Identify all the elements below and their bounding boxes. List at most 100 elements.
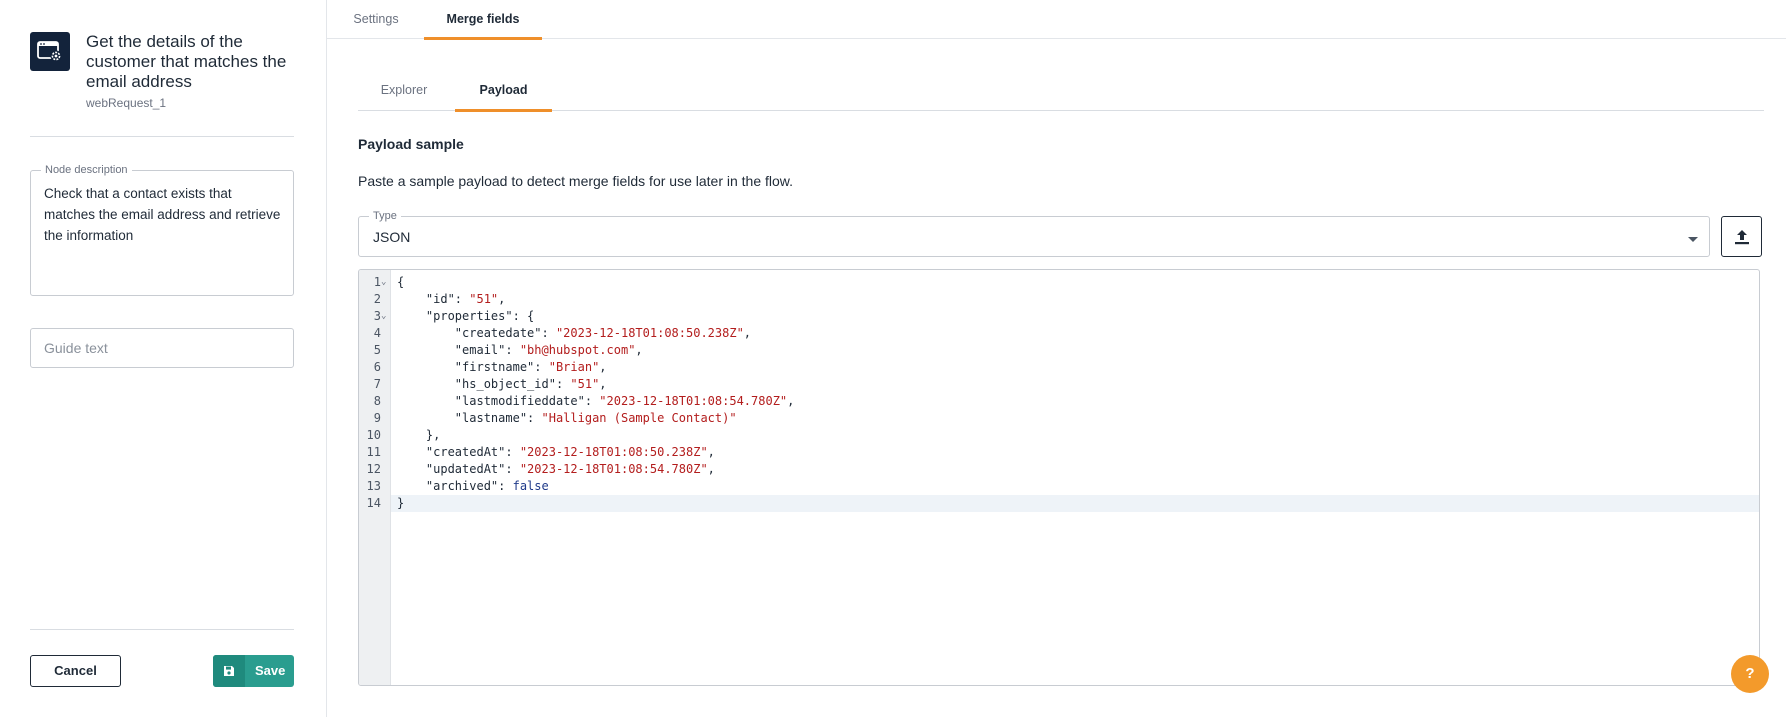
- code-token: "updatedAt":: [397, 462, 520, 476]
- code-line-text: "createdate": "2023-12-18T01:08:50.238Z"…: [397, 325, 751, 342]
- code-token: "51": [469, 292, 499, 306]
- code-token: "lastmodifieddate":: [397, 394, 600, 408]
- line-number: 11: [366, 445, 381, 459]
- save-button[interactable]: Save: [213, 655, 294, 687]
- code-line-text: "lastmodifieddate": "2023-12-18T01:08:54…: [397, 393, 795, 410]
- code-token: "createdate":: [397, 326, 556, 340]
- guide-text-field[interactable]: [30, 328, 294, 368]
- floppy-disk-icon: [213, 655, 245, 687]
- cancel-button[interactable]: Cancel: [30, 655, 121, 687]
- code-token: "hs_object_id":: [397, 377, 571, 391]
- code-line-text: "properties": {: [397, 308, 534, 325]
- code-token: ,: [599, 360, 607, 374]
- code-token: ,: [635, 343, 643, 357]
- node-title: Get the details of the customer that mat…: [86, 32, 287, 91]
- code-line[interactable]: 6 "firstname": "Brian",: [374, 359, 1759, 376]
- divider: [30, 629, 294, 630]
- line-number: 1: [373, 275, 381, 289]
- code-token: "Brian": [548, 360, 600, 374]
- divider: [30, 136, 294, 137]
- code-token: "2023-12-18T01:08:50.238Z": [519, 445, 708, 459]
- code-line-text: },: [397, 427, 440, 444]
- code-line-text: "firstname": "Brian",: [397, 359, 607, 376]
- line-number: 13: [366, 479, 381, 493]
- code-line-text: "archived": false: [397, 478, 549, 495]
- code-token: "archived":: [397, 479, 513, 493]
- code-line[interactable]: 7 "hs_object_id": "51",: [374, 376, 1759, 393]
- code-token: "2023-12-18T01:08:50.238Z": [555, 326, 744, 340]
- code-line-text: {: [397, 274, 404, 291]
- code-content[interactable]: 1 ⌄{2 "id": "51", 3 ⌄ "properties": {4 "cre…: [367, 274, 1759, 512]
- line-number: 4: [373, 326, 381, 340]
- line-number: 8: [373, 394, 381, 408]
- code-line[interactable]: 10 },: [367, 427, 1759, 444]
- code-token: "2023-12-18T01:08:54.780Z": [519, 462, 708, 476]
- merge-fields-subtabs: Explorer Payload: [358, 75, 1764, 112]
- code-line[interactable]: 12 "updatedAt": "2023-12-18T01:08:54.780…: [367, 461, 1759, 478]
- code-token: "createdAt":: [397, 445, 520, 459]
- payload-code-editor[interactable]: 1 ⌄{2 "id": "51", 3 ⌄ "properties": {4 "cre…: [358, 269, 1760, 686]
- upload-payload-button[interactable]: [1721, 216, 1762, 257]
- code-line-text: }: [397, 495, 404, 512]
- line-number: 14: [366, 496, 381, 510]
- caret-down-icon: [1687, 231, 1699, 249]
- line-number: 6: [373, 360, 381, 374]
- line-number: 3: [373, 309, 381, 323]
- code-line[interactable]: 1 ⌄ {: [374, 274, 1759, 291]
- top-tabs: Settings Merge fields: [327, 0, 1786, 40]
- line-number: 9: [373, 411, 381, 425]
- node-description-text[interactable]: Check that a contact exists that matches…: [44, 183, 284, 246]
- save-button-label: Save: [255, 663, 286, 678]
- type-select[interactable]: Type JSON: [358, 210, 1710, 257]
- code-line[interactable]: 4 "createdate": "2023-12-18T01:08:50.238…: [374, 325, 1759, 342]
- type-select-value: JSON: [373, 229, 411, 245]
- code-token: ,: [707, 462, 715, 476]
- code-token: "51": [570, 377, 600, 391]
- code-line[interactable]: 9 "lastname": "Halligan (Sample Contact)…: [374, 410, 1759, 427]
- line-number: 2: [373, 292, 381, 306]
- code-line[interactable]: 14}: [367, 495, 1759, 512]
- code-line-text: "lastname": "Halligan (Sample Contact)": [397, 410, 737, 427]
- code-token: }: [397, 496, 405, 510]
- code-token: "properties": {: [397, 309, 535, 323]
- code-token: {: [397, 275, 405, 289]
- help-button[interactable]: ?: [1731, 655, 1769, 693]
- subtab-explorer[interactable]: Explorer: [368, 75, 440, 111]
- payload-sample-heading: Payload sample: [358, 136, 464, 152]
- code-line[interactable]: 5 "email": "bh@hubspot.com",: [374, 342, 1759, 359]
- node-description-field[interactable]: Node description Check that a contact ex…: [30, 164, 294, 296]
- code-token: ,: [787, 394, 795, 408]
- subtab-payload[interactable]: Payload: [455, 75, 552, 112]
- guide-text-input[interactable]: [31, 329, 293, 367]
- code-token: "email":: [397, 343, 520, 357]
- code-token: "firstname":: [397, 360, 549, 374]
- code-token: "id":: [397, 292, 470, 306]
- code-token: "bh@hubspot.com": [519, 343, 636, 357]
- fold-chevron-icon[interactable]: ⌄: [381, 274, 386, 291]
- line-number: 12: [366, 462, 381, 476]
- node-settings-panel: Get the details of the customer that mat…: [0, 0, 327, 717]
- line-number: 10: [366, 428, 381, 442]
- code-token: ,: [707, 445, 715, 459]
- main-content: Settings Merge fields Explorer Payload P…: [327, 0, 1786, 717]
- code-line[interactable]: 13 "archived": false: [367, 478, 1759, 495]
- code-token: ,: [743, 326, 752, 340]
- code-line[interactable]: 8 "lastmodifieddate": "2023-12-18T01:08:…: [374, 393, 1759, 410]
- fold-chevron-icon[interactable]: ⌄: [381, 308, 386, 325]
- tab-merge-fields[interactable]: Merge fields: [424, 0, 542, 40]
- code-line-text: "createdAt": "2023-12-18T01:08:50.238Z",: [397, 444, 715, 461]
- code-token: "lastname":: [397, 411, 542, 425]
- code-line[interactable]: 3 ⌄ "properties": {: [374, 308, 1759, 325]
- code-token: },: [397, 428, 441, 442]
- code-line-text: "updatedAt": "2023-12-18T01:08:54.780Z",: [397, 461, 715, 478]
- payload-sample-description: Paste a sample payload to detect merge f…: [358, 173, 794, 189]
- code-line[interactable]: 11 "createdAt": "2023-12-18T01:08:50.238…: [367, 444, 1759, 461]
- node-description-label: Node description: [41, 164, 132, 176]
- tab-settings[interactable]: Settings: [341, 0, 411, 39]
- node-id-label: webRequest_1: [86, 96, 167, 110]
- code-line[interactable]: 2 "id": "51",: [374, 291, 1759, 308]
- line-number: 5: [373, 343, 381, 357]
- line-number: 7: [373, 377, 381, 391]
- code-token: ,: [498, 292, 506, 306]
- code-token: false: [512, 479, 549, 493]
